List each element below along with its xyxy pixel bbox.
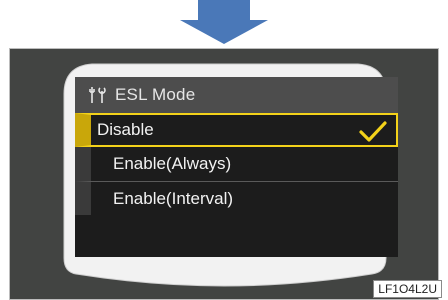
figure-code-label: LF1O4L2U xyxy=(373,280,442,298)
menu-item-enable-interval[interactable]: Enable(Interval) xyxy=(75,181,398,215)
menu-item-label: Disable xyxy=(97,120,154,139)
menu-item-disable[interactable]: Disable xyxy=(75,113,398,147)
menu-title-bar: ESL Mode xyxy=(75,77,398,113)
display-screen: ESL Mode Disable Enable(Always) Enable(I… xyxy=(75,77,398,257)
menu-title: ESL Mode xyxy=(115,85,196,104)
checkmark-icon xyxy=(359,121,387,142)
mode-menu: Disable Enable(Always) Enable(Interval) xyxy=(75,113,398,215)
tools-icon xyxy=(89,87,106,103)
menu-item-label: Enable(Interval) xyxy=(113,188,234,208)
menu-item-label: Enable(Always) xyxy=(113,154,232,173)
menu-item-enable-always[interactable]: Enable(Always) xyxy=(75,147,398,181)
